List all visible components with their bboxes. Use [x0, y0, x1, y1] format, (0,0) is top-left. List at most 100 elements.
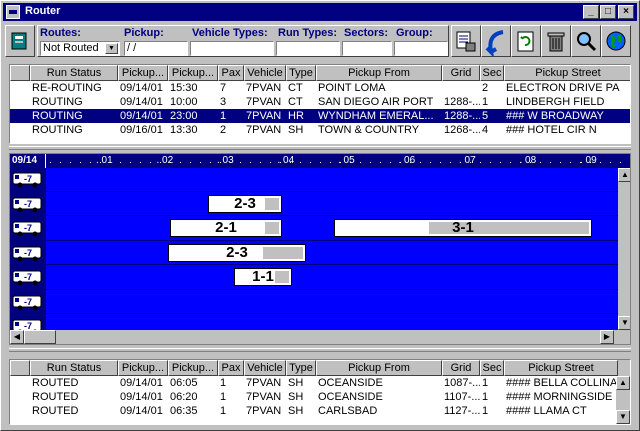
table-row[interactable]: RE-ROUTING 09/14/01 15:30 7 7PVAN CT POINT LOM… — [10, 81, 630, 95]
maximize-button[interactable]: □ — [600, 5, 616, 19]
cell-pickup-street: #### BELLA COLLINA S — [506, 377, 616, 389]
col-grid[interactable]: Grid — [442, 65, 480, 81]
vehicle-types-field[interactable] — [190, 41, 274, 56]
col-pickup-street[interactable]: Pickup Street — [504, 65, 630, 81]
app-icon[interactable] — [6, 5, 20, 19]
col-vehicle[interactable]: Vehicle — [244, 65, 286, 81]
pickup-field[interactable]: / / — [124, 41, 188, 56]
col-sec[interactable]: Sec — [480, 360, 504, 376]
curved-arrow-icon — [485, 30, 504, 56]
hour-label: . 03 — [217, 155, 234, 166]
report-button[interactable] — [451, 25, 481, 57]
van-icon[interactable]: -7 — [12, 244, 44, 262]
delete-button[interactable] — [541, 25, 571, 57]
timeline-horizontal-scrollbar[interactable]: ◀ ▶ — [10, 330, 630, 344]
col-sec[interactable]: Sec — [480, 65, 504, 81]
ruler-tick — [630, 162, 631, 163]
scroll-down-button[interactable]: ▼ — [618, 316, 630, 330]
cell-pickup-street: ### W BROADWAY — [506, 110, 604, 122]
scroll-thumb[interactable] — [24, 330, 56, 344]
group-field[interactable] — [394, 41, 448, 56]
table-row[interactable]: ROUTED 09/14/01 06:20 1 7PVAN SH OCEANSIDE 1107… — [10, 390, 630, 404]
cell-pickup-from: TOWN & COUNTRY — [318, 124, 420, 136]
cell-pax: 1 — [220, 377, 227, 389]
ruler-tick — [450, 162, 451, 163]
ruler-tick — [200, 162, 201, 163]
col-pickup-time[interactable]: Pickup... — [168, 65, 218, 81]
bottom-grid-scrollbar[interactable]: ▲ ▼ — [616, 376, 630, 424]
run-types-field[interactable] — [276, 41, 340, 56]
ruler-tick — [390, 162, 391, 163]
table-row[interactable]: ROUTING 09/14/01 10:00 3 7PVAN CT SAN DIEGO AI… — [10, 95, 630, 109]
col-pickup-date[interactable]: Pickup... — [118, 360, 168, 376]
globe-button[interactable] — [601, 25, 631, 57]
bottom-splitter[interactable] — [9, 348, 631, 352]
col-pickup-from[interactable]: Pickup From — [316, 65, 442, 81]
cell-type: SH — [288, 124, 304, 136]
lane-area[interactable]: 2-3 2-1 3-1 2-3 1-1 — [46, 168, 630, 339]
title-bar[interactable]: Router _ □ × — [3, 3, 637, 21]
search-button[interactable] — [571, 25, 601, 57]
col-type[interactable]: Type — [286, 360, 316, 376]
table-row[interactable]: ROUTED 09/14/01 06:05 1 7PVAN SH OCEANSIDE 1087… — [10, 376, 630, 390]
cell-pickup-street: ### HOTEL CIR N — [506, 124, 597, 136]
table-row[interactable]: ROUTED 09/14/01 06:35 1 7PVAN SH CARLSBAD 1127-… — [10, 404, 630, 418]
cell-pickup-from: OCEANSIDE — [318, 391, 383, 403]
col-pax[interactable]: Pax — [218, 65, 244, 81]
scroll-up-button[interactable]: ▲ — [616, 376, 630, 390]
col-pickup-from[interactable]: Pickup From — [316, 360, 442, 376]
run-block[interactable]: 2-3 — [208, 194, 282, 213]
hour-label: . 07 — [459, 155, 476, 166]
col-pickup-time[interactable]: Pickup... — [168, 360, 218, 376]
col-run-status[interactable]: Run Status — [30, 360, 118, 376]
ruler-tick — [430, 162, 431, 163]
ruler-tick — [480, 162, 481, 163]
col-pax[interactable]: Pax — [218, 360, 244, 376]
ruler-tick — [460, 162, 461, 163]
ruler-tick — [190, 162, 191, 163]
cell-grid: 1107-... — [444, 391, 480, 403]
hour-label: . 08 — [519, 155, 537, 166]
van-icon[interactable]: -7 — [12, 195, 44, 213]
van-icon[interactable]: -7 — [12, 219, 44, 237]
run-block[interactable]: 1-1 — [234, 268, 292, 286]
back-button[interactable] — [481, 25, 511, 57]
chevron-down-icon[interactable]: ▼ — [105, 43, 118, 54]
top-splitter[interactable] — [9, 146, 631, 150]
timeline-vertical-scrollbar[interactable]: ▲ ▼ — [618, 168, 630, 330]
refresh-button[interactable] — [511, 25, 541, 57]
van-icon[interactable]: -7 — [12, 170, 44, 188]
close-button[interactable]: × — [618, 5, 634, 19]
table-row[interactable]: ROUTING 09/16/01 13:30 2 7PVAN SH TOWN & COUNT… — [10, 123, 630, 137]
routes-select[interactable]: Not Routed ▼ — [40, 41, 120, 56]
scroll-up-button[interactable]: ▲ — [618, 168, 630, 182]
timeline-date: 09/14 — [10, 154, 46, 168]
sectors-label: Sectors: — [344, 27, 389, 39]
scroll-right-button[interactable]: ▶ — [600, 330, 614, 344]
run-block[interactable]: 3-1 — [334, 219, 592, 237]
scroll-down-button[interactable]: ▼ — [616, 410, 630, 424]
col-run-status[interactable]: Run Status — [30, 65, 118, 81]
col-vehicle[interactable]: Vehicle — [244, 360, 286, 376]
lane-divider — [46, 239, 630, 241]
cell-run-status: ROUTED — [32, 391, 79, 403]
minimize-button[interactable]: _ — [583, 5, 599, 19]
van-icon[interactable]: -7 — [12, 293, 44, 311]
col-type[interactable]: Type — [286, 65, 316, 81]
col-pickup-street[interactable]: Pickup Street — [504, 360, 618, 376]
van-icon[interactable]: -7 — [12, 268, 44, 286]
lane-divider — [46, 288, 630, 290]
col-pickup-date[interactable]: Pickup... — [118, 65, 168, 81]
book-button[interactable] — [5, 25, 35, 57]
ruler-tick — [280, 162, 281, 163]
scroll-left-button[interactable]: ◀ — [10, 330, 24, 344]
ruler-tick — [70, 162, 71, 163]
hour-label: . 06 — [398, 155, 416, 166]
cell-pickup-street: #### LLAMA CT — [506, 405, 587, 417]
run-block[interactable]: 2-3 — [168, 243, 306, 262]
run-block[interactable]: 2-1 — [170, 219, 282, 237]
table-row[interactable]: ROUTING 09/14/01 23:00 1 7PVAN HR WYNDHAM EMER… — [10, 109, 630, 123]
col-grid[interactable]: Grid — [442, 360, 480, 376]
sectors-field[interactable] — [342, 41, 392, 56]
cell-run-status: ROUTING — [32, 96, 83, 108]
